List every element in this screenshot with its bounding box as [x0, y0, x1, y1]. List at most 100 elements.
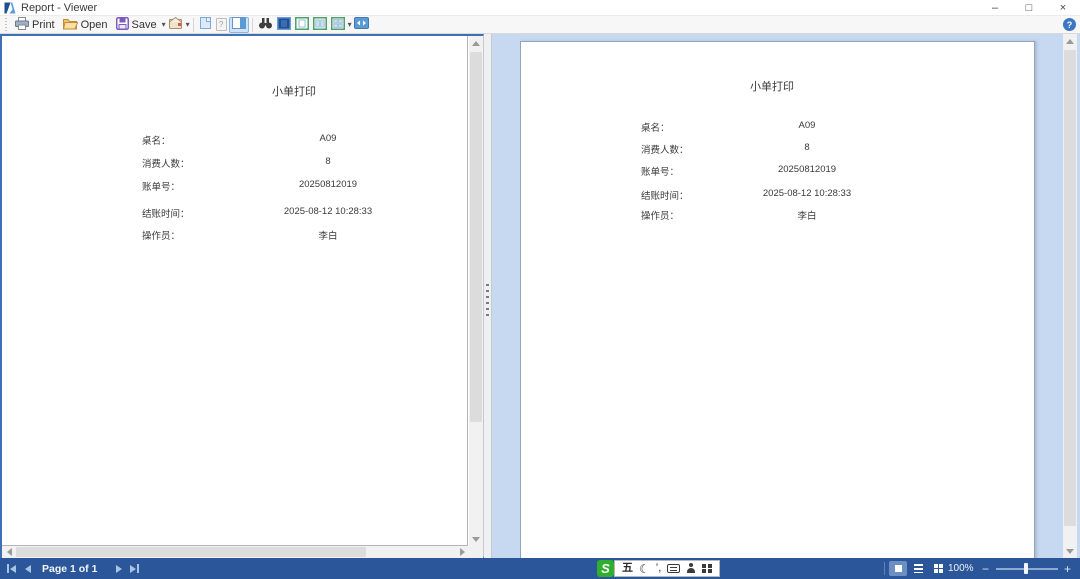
view-mode-continuous-button[interactable]	[909, 561, 927, 576]
field-row: 操作员：李白	[2, 228, 483, 240]
field-label: 账单号：	[641, 164, 679, 178]
field-row: 账单号： 20250812019	[492, 164, 1080, 176]
titlebar: Report - Viewer – □ ×	[0, 0, 1080, 16]
pane-splitter[interactable]	[484, 34, 492, 558]
window-title: Report - Viewer	[21, 2, 97, 14]
receipt-title: 小单打印	[144, 83, 444, 99]
splitter-grip[interactable]	[486, 284, 489, 320]
scroll-right-button[interactable]	[455, 545, 469, 559]
toolbar-grip[interactable]	[4, 18, 7, 31]
binoculars-icon	[258, 17, 273, 32]
thumbnails-toggle-button[interactable]	[229, 17, 249, 33]
sogou-logo[interactable]: S	[597, 560, 614, 577]
print-label: Print	[32, 19, 55, 31]
ime-keyboard-icon[interactable]	[667, 564, 680, 573]
field-value: 8	[228, 156, 428, 167]
ime-moon-icon[interactable]: ☾	[639, 563, 650, 575]
scroll-left-button[interactable]	[2, 545, 16, 559]
field-value: 20250812019	[707, 164, 907, 175]
field-value: A09	[228, 133, 428, 144]
minimize-button[interactable]: –	[978, 0, 1012, 16]
ime-wubi-mode[interactable]: 五	[622, 563, 633, 574]
zoom-level: 100%	[948, 558, 974, 579]
field-label: 结账时间：	[641, 188, 689, 202]
view-mode-single-button[interactable]	[889, 561, 907, 576]
field-row: 结账时间：2025-08-12 10:28:33	[2, 206, 483, 218]
field-value: 李白	[228, 228, 428, 242]
left-vertical-scrollbar[interactable]	[469, 36, 483, 546]
toolbar-separator	[193, 18, 194, 32]
scroll-up-button[interactable]	[469, 36, 483, 50]
left-horizontal-scrollbar[interactable]	[2, 546, 469, 558]
page-status: Page 1 of 1	[42, 558, 97, 579]
page-setup-button[interactable]	[166, 17, 185, 33]
last-page-button[interactable]	[130, 558, 139, 579]
field-value: A09	[707, 120, 907, 131]
ime-toolbox-icon[interactable]	[702, 564, 712, 574]
printer-icon	[15, 17, 29, 33]
find-button[interactable]	[256, 17, 275, 33]
zoom-in-button[interactable]: +	[1064, 558, 1071, 579]
view-whole-page-button[interactable]	[293, 17, 311, 33]
close-button[interactable]: ×	[1046, 0, 1080, 16]
field-value: 8	[707, 142, 907, 153]
scroll-down-button[interactable]	[1063, 544, 1077, 558]
next-page-button[interactable]	[116, 558, 122, 579]
view-mode-grid-button[interactable]	[929, 561, 947, 576]
first-page-button[interactable]	[7, 558, 16, 579]
vertical-scroll-thumb[interactable]	[1064, 50, 1076, 526]
view-two-pages-button[interactable]	[311, 17, 329, 33]
export-document-button[interactable]	[197, 17, 214, 33]
toolbar: Print Open Save ▾ ▾ ?	[0, 16, 1080, 34]
clipboard-help-button[interactable]: ?	[214, 17, 229, 33]
page-edge	[467, 36, 468, 546]
whole-page-view-icon	[295, 17, 309, 33]
field-value: 20250812019	[228, 179, 428, 190]
view-single-page-button[interactable]	[275, 17, 293, 33]
receipt-title: 小单打印	[622, 78, 922, 94]
report-viewer-window: Report - Viewer – □ × Print Open Save ▾ …	[0, 0, 1080, 579]
save-button[interactable]: Save	[112, 17, 161, 33]
help-button[interactable]: ?	[1063, 18, 1076, 31]
statusbar-separator	[884, 562, 885, 575]
scroll-up-button[interactable]	[1063, 34, 1077, 48]
ime-punctuation-icon[interactable]: ’,	[656, 563, 662, 574]
field-row: 桌名：A09	[492, 120, 1080, 132]
right-preview-pane: 小单打印 桌名：A09 消费人数：8 账单号： 20250812019 结账时间：…	[492, 34, 1080, 558]
field-row: 操作员：李白	[492, 208, 1080, 220]
statusbar: Page 1 of 1 S 五 ☾ ’, 100% − +	[0, 558, 1080, 579]
save-label: Save	[132, 19, 157, 31]
field-row: 结账时间：2025-08-12 10:28:33	[492, 188, 1080, 200]
two-pages-view-icon	[313, 17, 327, 33]
ime-bar: S 五 ☾ ’,	[597, 560, 720, 577]
fit-to-window-button[interactable]	[352, 17, 371, 33]
zoom-out-button[interactable]: −	[982, 558, 989, 579]
clipboard-icon: ?	[216, 18, 227, 31]
field-label: 桌名：	[142, 133, 171, 147]
ime-person-icon[interactable]	[686, 563, 696, 574]
page-setup-icon	[168, 16, 183, 33]
open-button[interactable]: Open	[59, 17, 112, 33]
app-icon	[4, 2, 16, 14]
left-preview-pane: 小单打印 桌名： A09 消费人数：8 账单号：20250812019 结账时间：…	[0, 34, 484, 558]
previous-page-button[interactable]	[25, 558, 31, 579]
report-page	[520, 41, 1035, 558]
floppy-icon	[116, 17, 129, 33]
scroll-down-button[interactable]	[469, 532, 483, 546]
toolbar-separator	[252, 18, 253, 32]
page-setup-dropdown-caret[interactable]: ▾	[186, 20, 190, 29]
field-row: 消费人数：8	[492, 142, 1080, 154]
document-icon	[199, 16, 212, 33]
field-label: 操作员：	[641, 208, 679, 222]
horizontal-scroll-thumb[interactable]	[16, 547, 366, 557]
sidebar-toggle-icon	[232, 17, 246, 32]
right-vertical-scrollbar[interactable]	[1063, 34, 1077, 558]
fit-view-icon	[354, 17, 369, 32]
vertical-scroll-thumb[interactable]	[470, 52, 482, 422]
zoom-slider-thumb[interactable]	[1024, 563, 1028, 574]
field-row: 消费人数：8	[2, 156, 483, 168]
maximize-button[interactable]: □	[1012, 0, 1046, 16]
view-multiple-pages-button[interactable]	[329, 17, 347, 33]
print-button[interactable]: Print	[11, 17, 59, 33]
field-row: 账单号：20250812019	[2, 179, 483, 191]
